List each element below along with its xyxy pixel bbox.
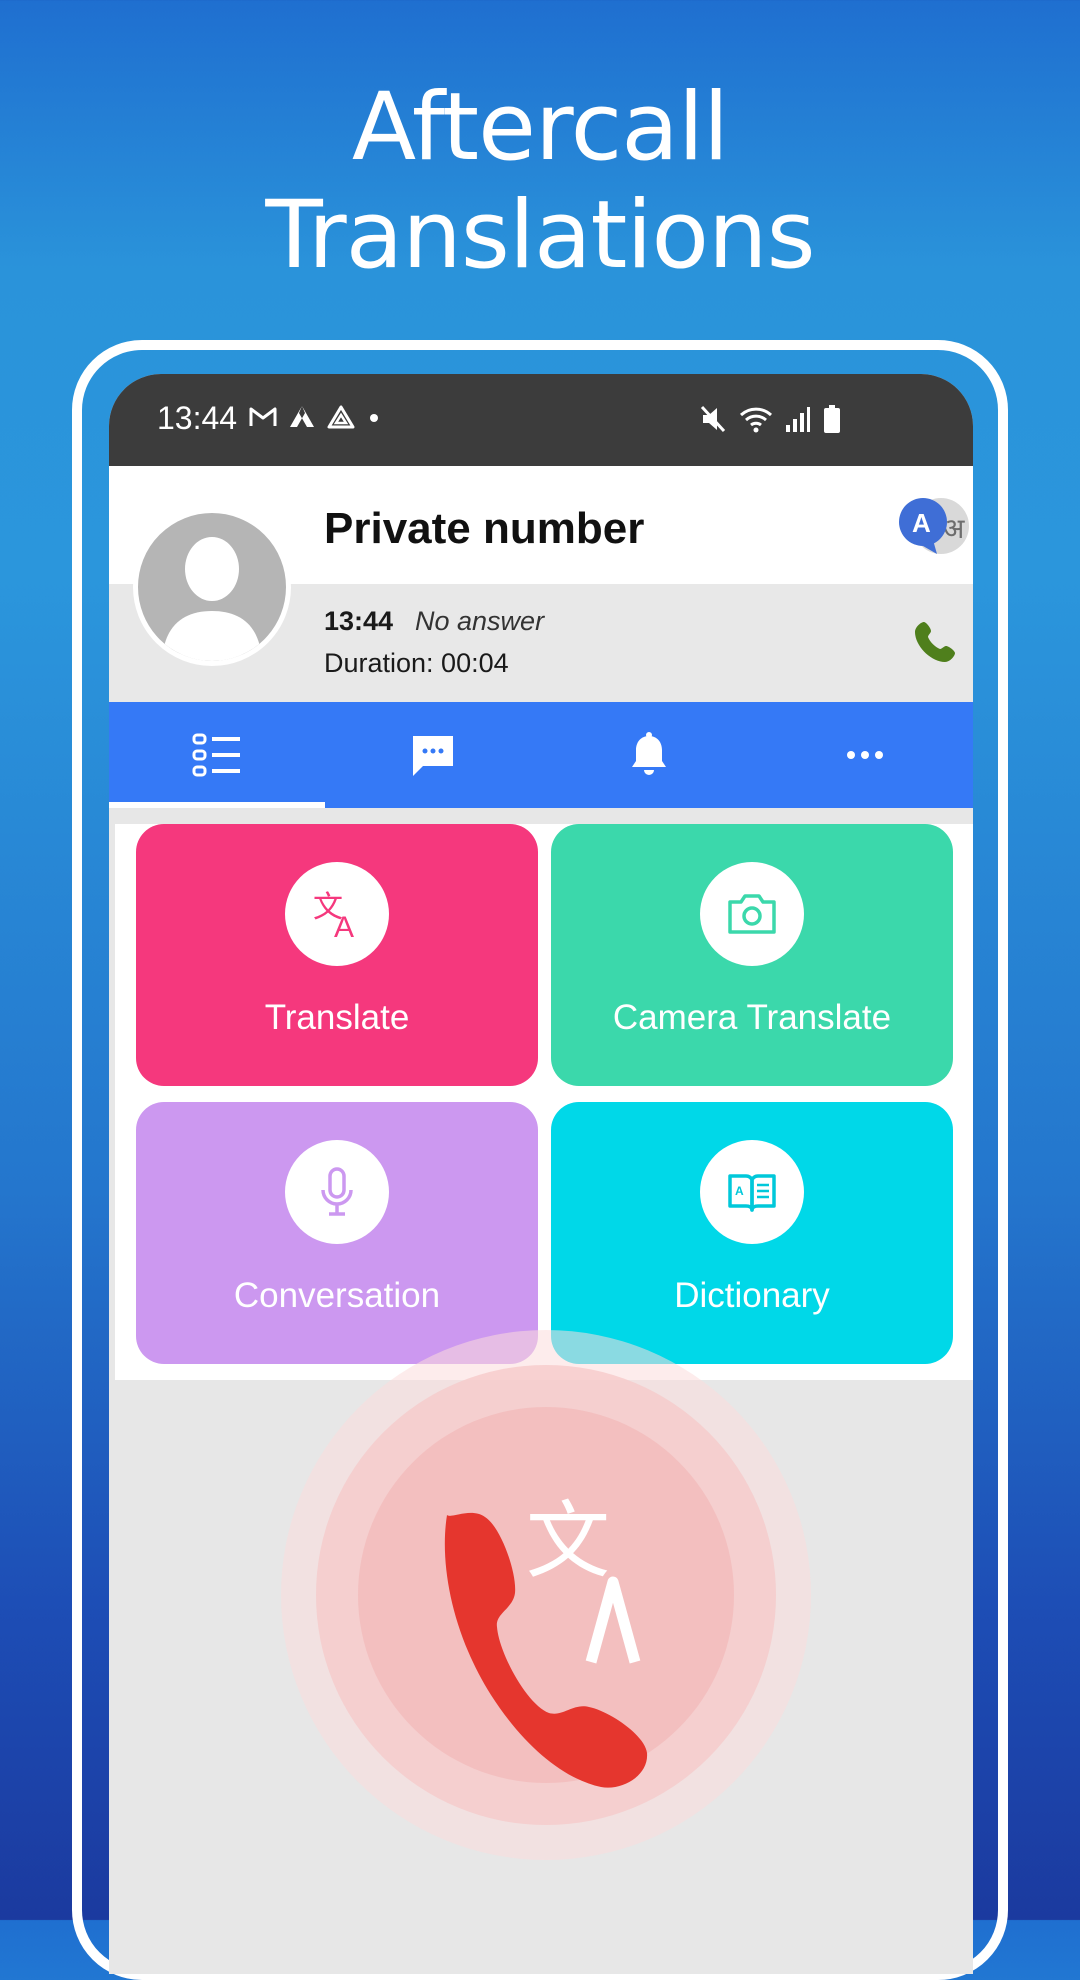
translate-icon: 文 A [313, 890, 354, 941]
more-icon [847, 751, 883, 759]
svg-text:A: A [334, 911, 354, 941]
person-icon [162, 537, 262, 661]
camera-icon-circle [700, 862, 804, 966]
message-icon [413, 736, 453, 776]
dictionary-tile[interactable]: A Dictionary [551, 1102, 953, 1364]
tab-reminders[interactable] [541, 702, 757, 808]
drive-icon [290, 406, 314, 427]
list-icon [192, 733, 240, 777]
call-back-icon[interactable] [911, 618, 959, 666]
call-status: No answer [415, 606, 545, 636]
tab-more[interactable] [757, 702, 973, 808]
svg-text:A: A [912, 508, 931, 538]
status-right-icons [699, 404, 841, 434]
call-translate-button[interactable]: 文 [281, 1330, 811, 1860]
microphone-icon-circle [285, 1140, 389, 1244]
tab-messages[interactable] [325, 702, 541, 808]
camera-icon [728, 894, 776, 934]
translate-app-icon[interactable]: अ A [895, 492, 969, 562]
dot-icon [370, 414, 378, 422]
translate-icon-circle: 文 A [285, 862, 389, 966]
tab-list[interactable] [109, 702, 325, 808]
dictionary-label: Dictionary [674, 1276, 830, 1315]
caller-name: Private number [324, 504, 645, 553]
status-bar: 13:44 [109, 374, 973, 466]
wifi-icon [739, 407, 773, 433]
microphone-icon [321, 1167, 353, 1216]
camera-translate-label: Camera Translate [612, 998, 892, 1037]
status-time: 13:44 [157, 400, 238, 436]
signal-icon [786, 407, 810, 432]
feature-grid: 文 A Translate Camera Translate Conversat… [115, 824, 973, 1380]
triangle-app-icon [327, 405, 355, 429]
call-duration: Duration: 00:04 [324, 648, 509, 678]
bell-icon [632, 732, 666, 775]
conversation-tile[interactable]: Conversation [136, 1102, 538, 1364]
gmail-icon [249, 407, 277, 426]
headline-line-1: Aftercall [351, 73, 729, 182]
book-icon: A [728, 1174, 776, 1212]
translate-label: Translate [264, 998, 410, 1037]
conversation-label: Conversation [233, 1276, 441, 1315]
battery-icon [824, 405, 840, 433]
call-time: 13:44 [324, 606, 394, 636]
mute-icon [700, 405, 726, 433]
tab-bar [109, 702, 973, 808]
svg-text:A: A [735, 1184, 744, 1198]
status-left-icons [248, 404, 383, 430]
headline-line-2: Translations [265, 181, 815, 290]
phone-screen: 13:44 Private number 13:44 No answer Dur… [109, 374, 973, 1974]
headline: Aftercall Translations [0, 74, 1080, 290]
book-icon-circle: A [700, 1140, 804, 1244]
camera-translate-tile[interactable]: Camera Translate [551, 824, 953, 1086]
svg-text:文: 文 [526, 1492, 610, 1590]
avatar [133, 508, 291, 666]
translate-tile[interactable]: 文 A Translate [136, 824, 538, 1086]
